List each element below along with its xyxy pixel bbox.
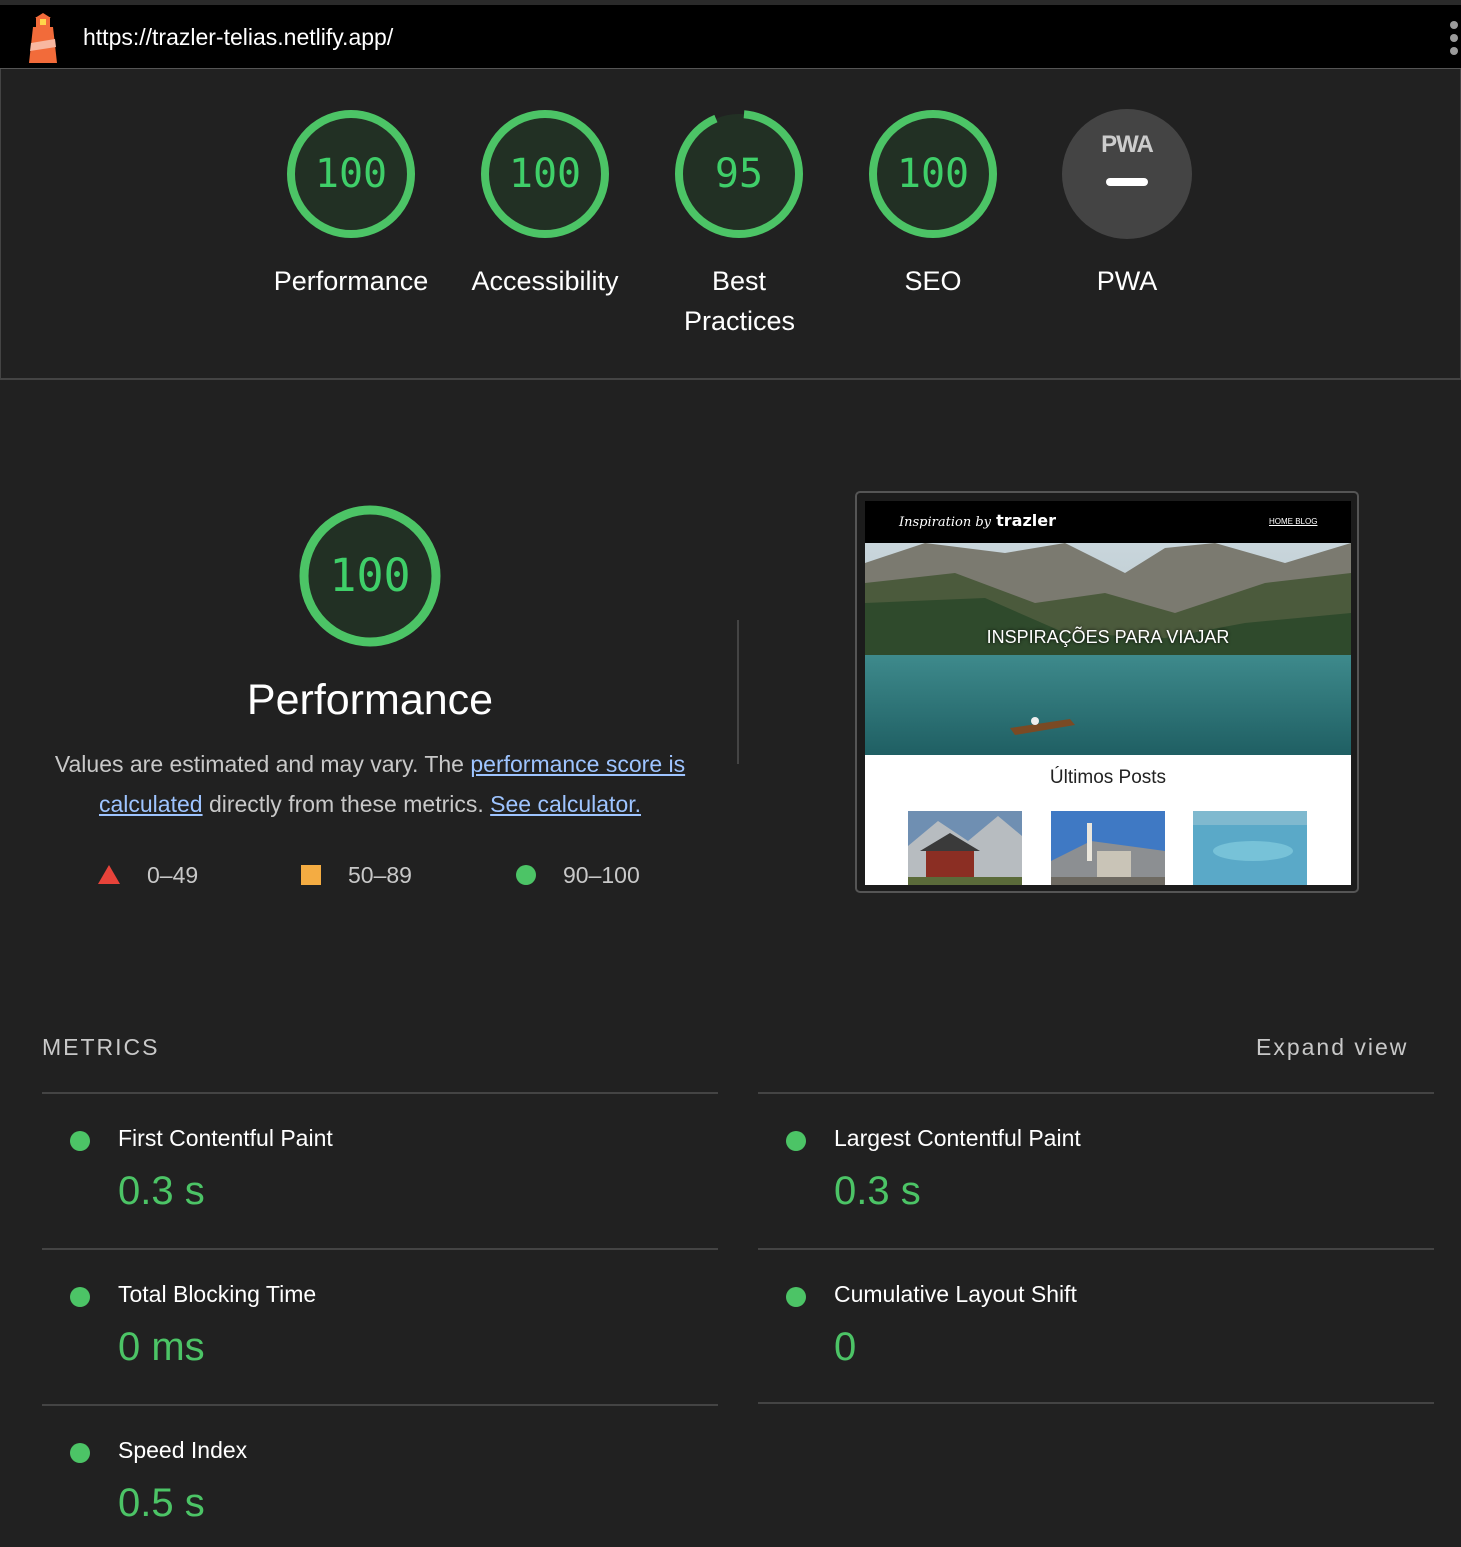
- metric-cumulative-layout-shift[interactable]: Cumulative Layout Shift 0: [758, 1250, 1434, 1404]
- metric-value: 0.3 s: [118, 1169, 205, 1213]
- metric-speed-index[interactable]: Speed Index 0.5 s: [42, 1406, 718, 1547]
- gauge-seo[interactable]: 100 SEO: [838, 109, 1028, 301]
- gauge-label: SEO: [904, 266, 962, 296]
- metric-total-blocking-time[interactable]: Total Blocking Time 0 ms: [42, 1250, 718, 1404]
- post-thumbnail-image: [1051, 811, 1165, 885]
- pass-circle-icon: [786, 1131, 806, 1151]
- description-text: Values are estimated and may vary. The: [54, 751, 471, 777]
- legend-average: 50–89: [300, 860, 440, 892]
- metric-name: Total Blocking Time: [118, 1281, 317, 1307]
- gauge-score: 100: [508, 151, 582, 197]
- pass-circle-icon: [70, 1287, 90, 1307]
- gauge-label: Accessibility: [471, 266, 619, 296]
- legend-range: 90–100: [563, 862, 640, 888]
- square-icon: [301, 865, 321, 885]
- gauge-score: 100: [314, 151, 388, 197]
- legend-pass: 90–100: [515, 860, 675, 892]
- gauge-label: Best Practices: [684, 266, 796, 336]
- lighthouse-icon: [29, 13, 57, 63]
- metric-first-contentful-paint[interactable]: First Contentful Paint 0.3 s: [42, 1094, 718, 1248]
- pwa-badge-text: PWA: [1101, 131, 1154, 158]
- post-thumbnail-image: [908, 811, 1022, 885]
- vertical-divider: [737, 620, 739, 764]
- site-nav-links: HOME BLOG: [1269, 517, 1318, 526]
- performance-title: Performance: [246, 676, 494, 724]
- metric-value: 0.3 s: [834, 1169, 921, 1213]
- metric-name: Speed Index: [118, 1437, 248, 1463]
- legend-fail: 0–49: [98, 860, 238, 892]
- more-options-icon[interactable]: [1450, 21, 1461, 61]
- pass-circle-icon: [70, 1131, 90, 1151]
- pwa-badge-icon: PWA: [1062, 109, 1192, 239]
- performance-description: Values are estimated and may vary. The p…: [40, 744, 700, 824]
- pass-circle-icon: [786, 1287, 806, 1307]
- score-summary: 100 Performance 100 Accessibility 95 Bes…: [0, 69, 1461, 379]
- brand-name: trazler: [996, 511, 1056, 530]
- post-thumbnail-image: [1193, 811, 1307, 885]
- posts-title: Últimos Posts: [1049, 767, 1167, 788]
- metric-name: Largest Contentful Paint: [834, 1125, 1081, 1151]
- gauge-score: 100: [896, 151, 970, 197]
- gauge-label: Performance: [273, 266, 429, 296]
- screenshot-viewport: Inspiration by trazler HOME BLOG INSPIRA…: [865, 501, 1351, 885]
- section-divider: [0, 378, 1461, 380]
- metric-name: Cumulative Layout Shift: [834, 1281, 1077, 1307]
- gauge-performance[interactable]: 100 Performance: [256, 109, 446, 301]
- gauge-pwa[interactable]: PWA PWA: [1032, 109, 1222, 301]
- hero-landscape-image: [865, 543, 1351, 755]
- page-url[interactable]: https://trazler-telias.netlify.app/: [83, 24, 393, 51]
- see-calculator-link[interactable]: See calculator.: [490, 791, 641, 817]
- metric-divider: [758, 1402, 1434, 1404]
- metric-value: 0 ms: [118, 1325, 205, 1369]
- gauge-score: 95: [714, 151, 764, 197]
- pass-circle-icon: [70, 1443, 90, 1463]
- legend-range: 0–49: [147, 862, 199, 888]
- gauge-label: PWA: [1096, 266, 1158, 296]
- site-nav: Inspiration by trazler HOME BLOG: [865, 501, 1351, 543]
- description-text: directly from these metrics.: [202, 791, 491, 817]
- pwa-dash-icon: [1106, 178, 1148, 186]
- metric-value: 0.5 s: [118, 1481, 205, 1525]
- performance-score: 100: [329, 549, 411, 602]
- final-screenshot[interactable]: Inspiration by trazler HOME BLOG INSPIRA…: [855, 491, 1359, 893]
- legend-range: 50–89: [348, 862, 412, 888]
- site-brand: Inspiration by trazler: [899, 511, 1056, 530]
- brand-script: Inspiration by: [899, 515, 992, 530]
- metric-value: 0: [834, 1325, 857, 1369]
- metrics-header: METRICS: [42, 1034, 160, 1060]
- circle-icon: [516, 865, 536, 885]
- triangle-icon: [98, 865, 120, 884]
- hero-title: INSPIRAÇÕES PARA VIAJAR: [986, 627, 1230, 647]
- metric-largest-contentful-paint[interactable]: Largest Contentful Paint 0.3 s: [758, 1094, 1434, 1248]
- url-bar: https://trazler-telias.netlify.app/: [0, 0, 1461, 69]
- performance-gauge: 100: [298, 504, 442, 648]
- gauge-best-practices[interactable]: 95 Best Practices: [644, 109, 834, 341]
- metric-name: First Contentful Paint: [118, 1125, 333, 1151]
- gauge-accessibility[interactable]: 100 Accessibility: [450, 109, 640, 301]
- expand-view-toggle[interactable]: Expand view: [1256, 1034, 1408, 1061]
